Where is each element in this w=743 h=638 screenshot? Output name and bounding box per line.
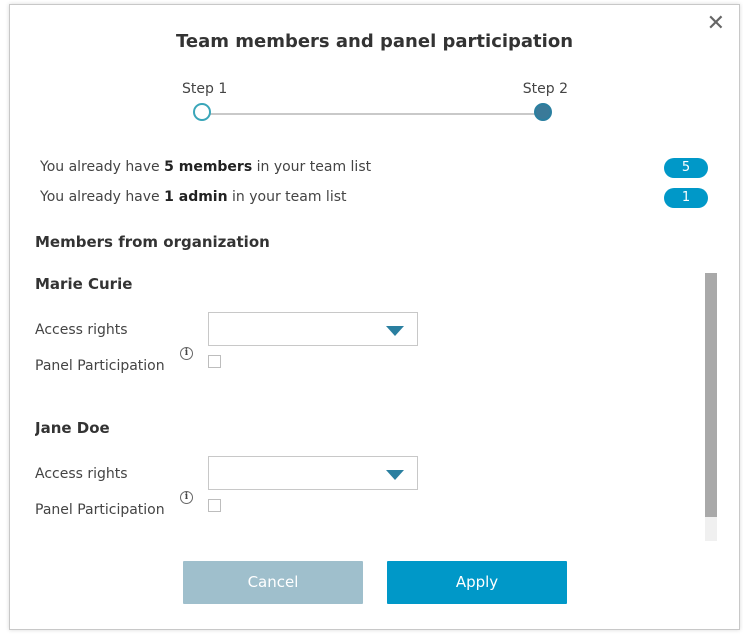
access-rights-select[interactable] — [208, 456, 418, 490]
step-2-dot[interactable] — [534, 103, 552, 121]
access-rights-label: Access rights — [35, 466, 128, 482]
info-icon[interactable]: i — [180, 347, 193, 360]
panel-participation-label: Panel Participation — [35, 358, 165, 374]
admins-summary: You already have 1 admin in your team li… — [40, 189, 347, 205]
members-summary: You already have 5 members in your team … — [40, 159, 371, 175]
panel-participation-label: Panel Participation — [35, 502, 165, 518]
team-members-dialog: ✕ Team members and panel participation S… — [9, 4, 740, 630]
admins-summary-prefix: You already have — [40, 189, 165, 205]
members-count-badge: 5 — [664, 158, 708, 178]
section-title: Members from organization — [35, 233, 270, 251]
access-rights-select[interactable] — [208, 312, 418, 346]
panel-participation-checkbox[interactable] — [208, 499, 221, 512]
members-summary-prefix: You already have — [40, 159, 165, 175]
scrollbar-thumb[interactable] — [705, 273, 717, 517]
stepper: Step 1 Step 2 — [182, 81, 572, 131]
stepper-line — [206, 113, 544, 115]
access-rights-label: Access rights — [35, 322, 128, 338]
chevron-down-icon — [386, 470, 404, 480]
members-summary-suffix: in your team list — [252, 159, 372, 175]
chevron-down-icon — [386, 326, 404, 336]
step-1-label: Step 1 — [182, 81, 228, 97]
admins-summary-suffix: in your team list — [227, 189, 347, 205]
panel-participation-checkbox[interactable] — [208, 355, 221, 368]
step-1-dot[interactable] — [193, 103, 211, 121]
member-card: Marie Curie Access rights Panel Particip… — [35, 275, 695, 405]
members-scrollbar[interactable] — [705, 273, 717, 541]
admins-summary-bold: 1 admin — [164, 189, 228, 205]
apply-button[interactable]: Apply — [387, 561, 567, 604]
step-2-label: Step 2 — [522, 81, 568, 97]
admins-count-badge: 1 — [664, 188, 708, 208]
members-list[interactable]: Marie Curie Access rights Panel Particip… — [35, 273, 717, 541]
member-card: Jane Doe Access rights Panel Participati… — [35, 419, 695, 541]
members-summary-bold: 5 members — [164, 159, 253, 175]
member-name: Jane Doe — [35, 419, 110, 437]
member-name: Marie Curie — [35, 275, 133, 293]
dialog-title: Team members and panel participation — [175, 31, 574, 52]
info-icon[interactable]: i — [180, 491, 193, 504]
cancel-button[interactable]: Cancel — [183, 561, 363, 604]
